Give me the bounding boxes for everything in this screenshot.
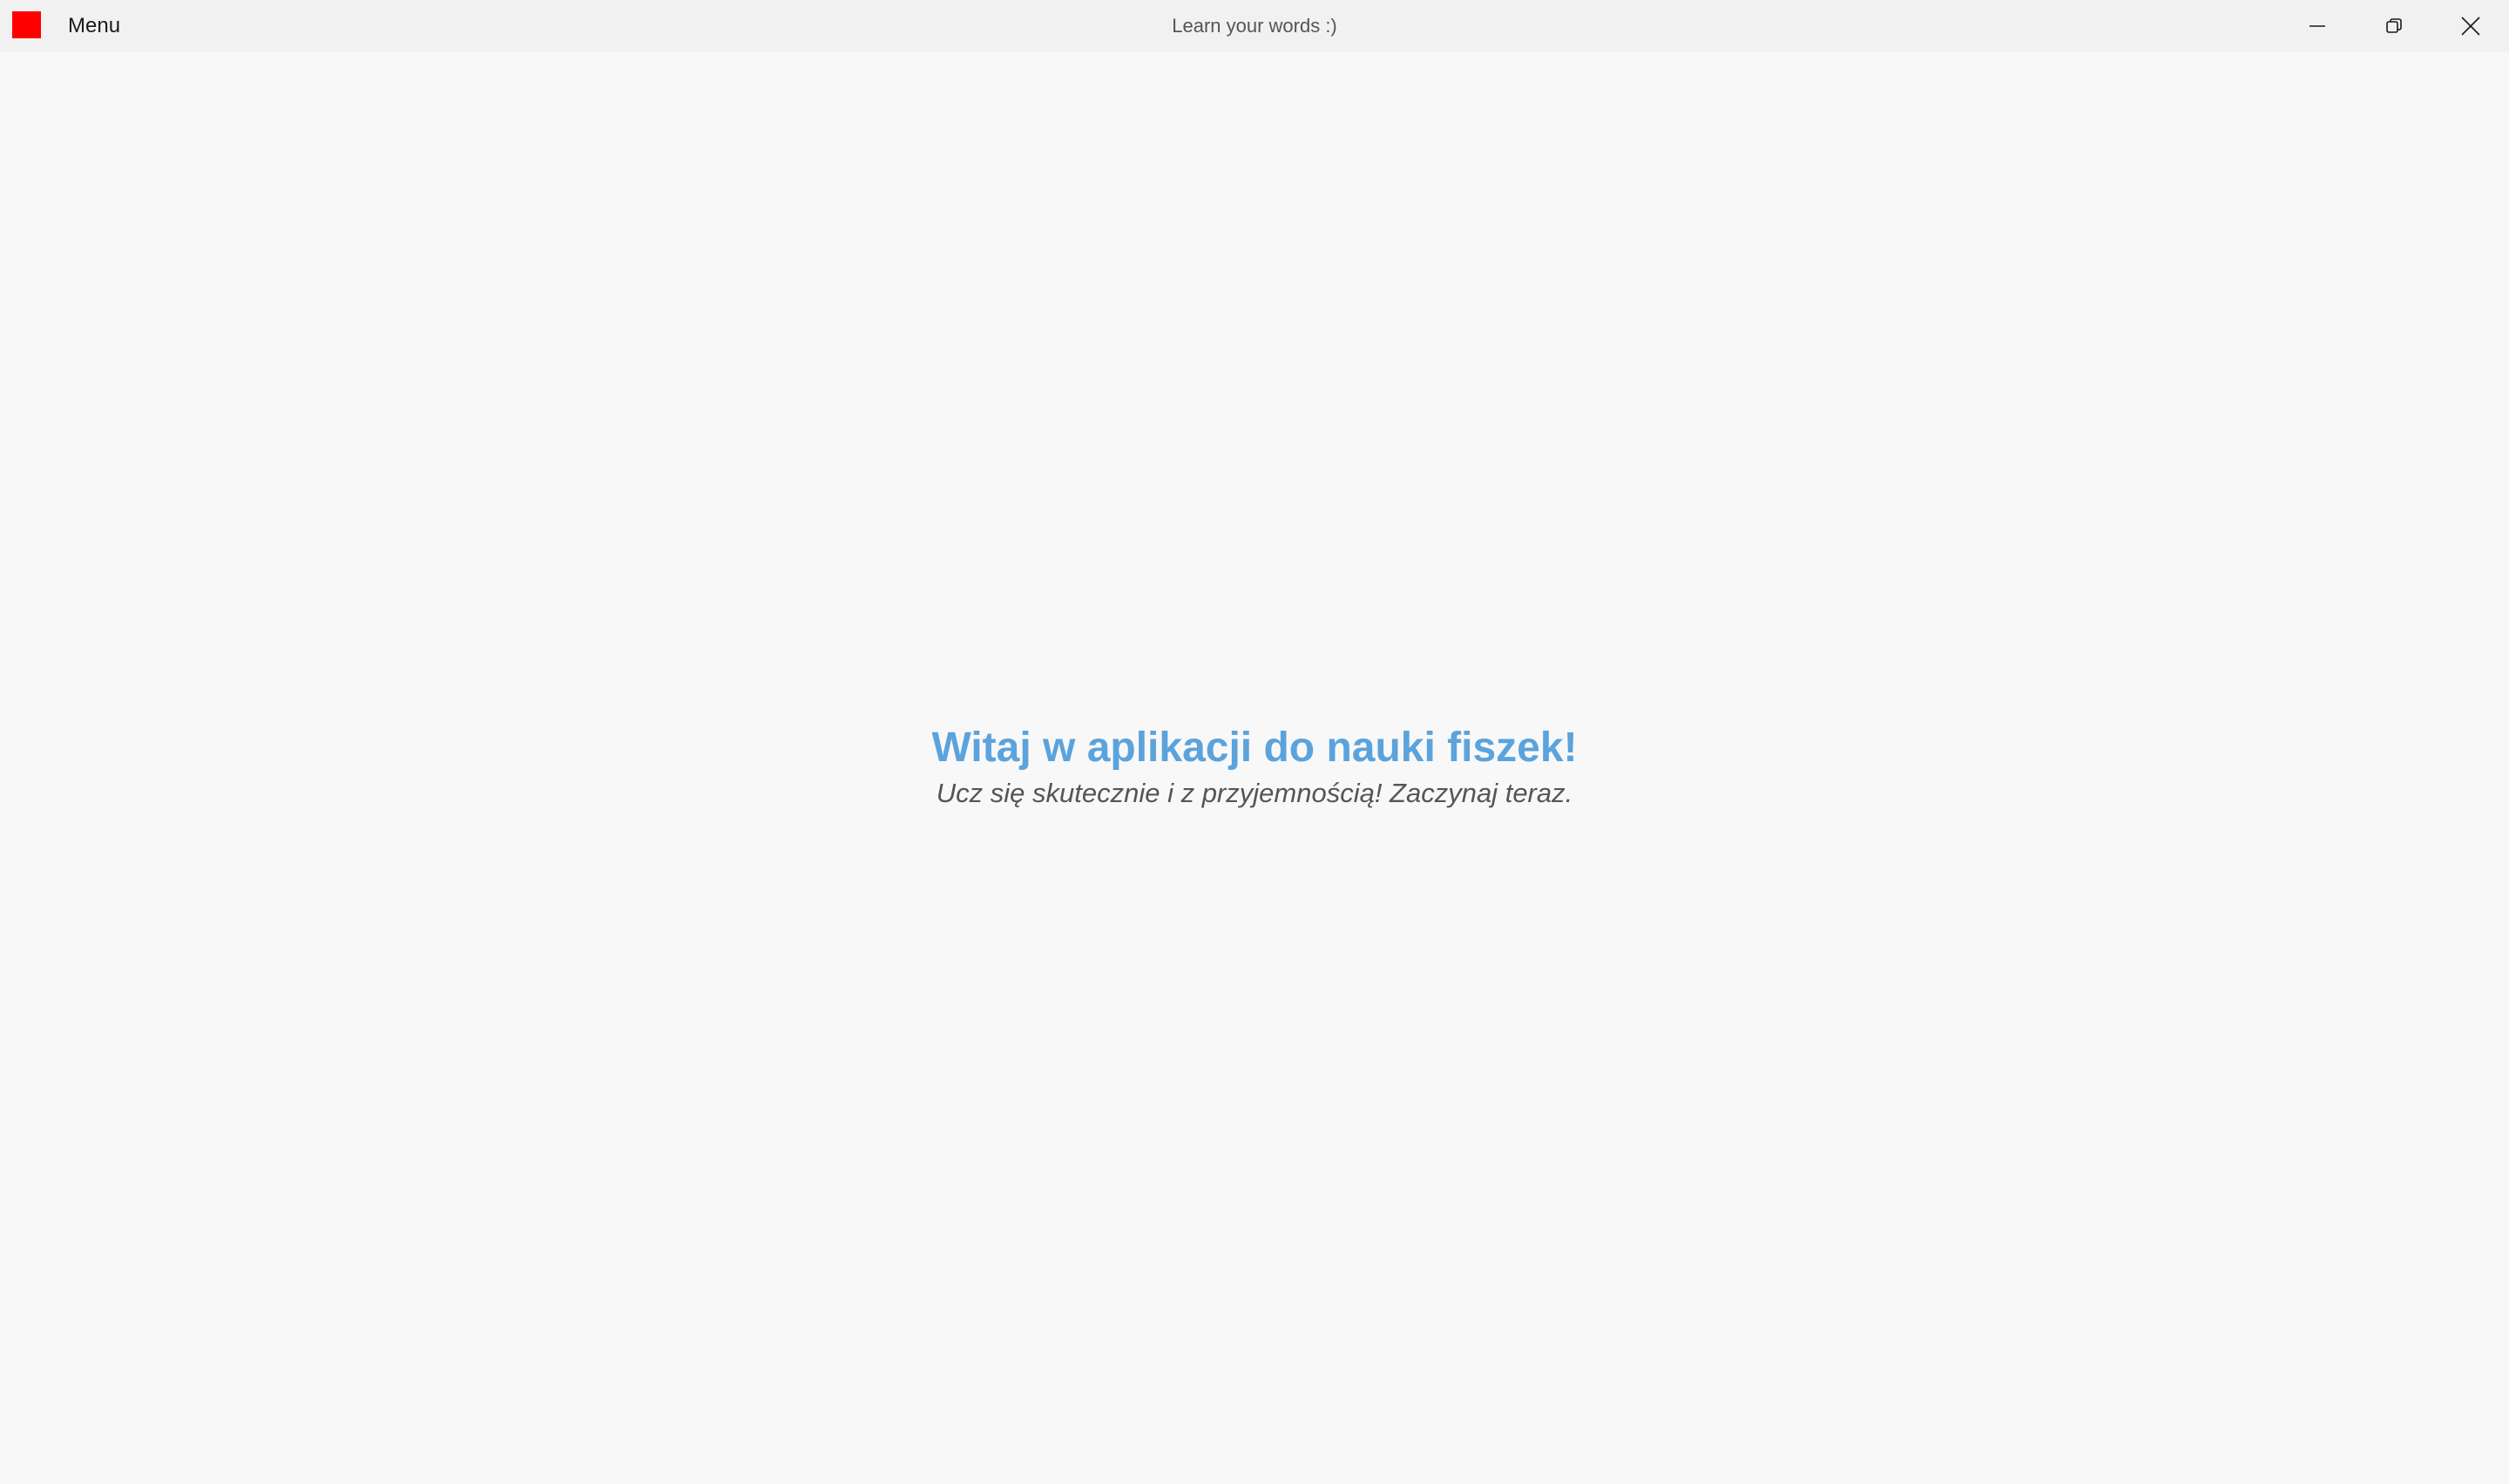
window-title: Learn your words :)	[1172, 15, 1337, 37]
restore-icon	[2386, 18, 2402, 33]
restore-button[interactable]	[2356, 0, 2432, 52]
app-logo-icon	[12, 11, 41, 38]
title-bar[interactable]: Menu Learn your words :)	[0, 0, 2509, 52]
minimize-button[interactable]	[2279, 0, 2356, 52]
welcome-title: Witaj w aplikacji do nauki fiszek!	[931, 725, 1578, 771]
close-button[interactable]	[2432, 0, 2509, 52]
welcome-subtitle: Ucz się skutecznie i z przyjemnością! Za…	[936, 778, 1573, 808]
menu-button[interactable]: Menu	[59, 9, 129, 44]
close-icon	[2461, 17, 2480, 36]
caption-buttons	[2279, 0, 2509, 52]
main-content: Witaj w aplikacji do nauki fiszek! Ucz s…	[0, 52, 2509, 1484]
welcome-section: Witaj w aplikacji do nauki fiszek! Ucz s…	[0, 721, 2509, 812]
minimize-icon	[2309, 25, 2325, 27]
app-window: Menu Learn your words :) Witaj w aplikac…	[0, 0, 2509, 1484]
